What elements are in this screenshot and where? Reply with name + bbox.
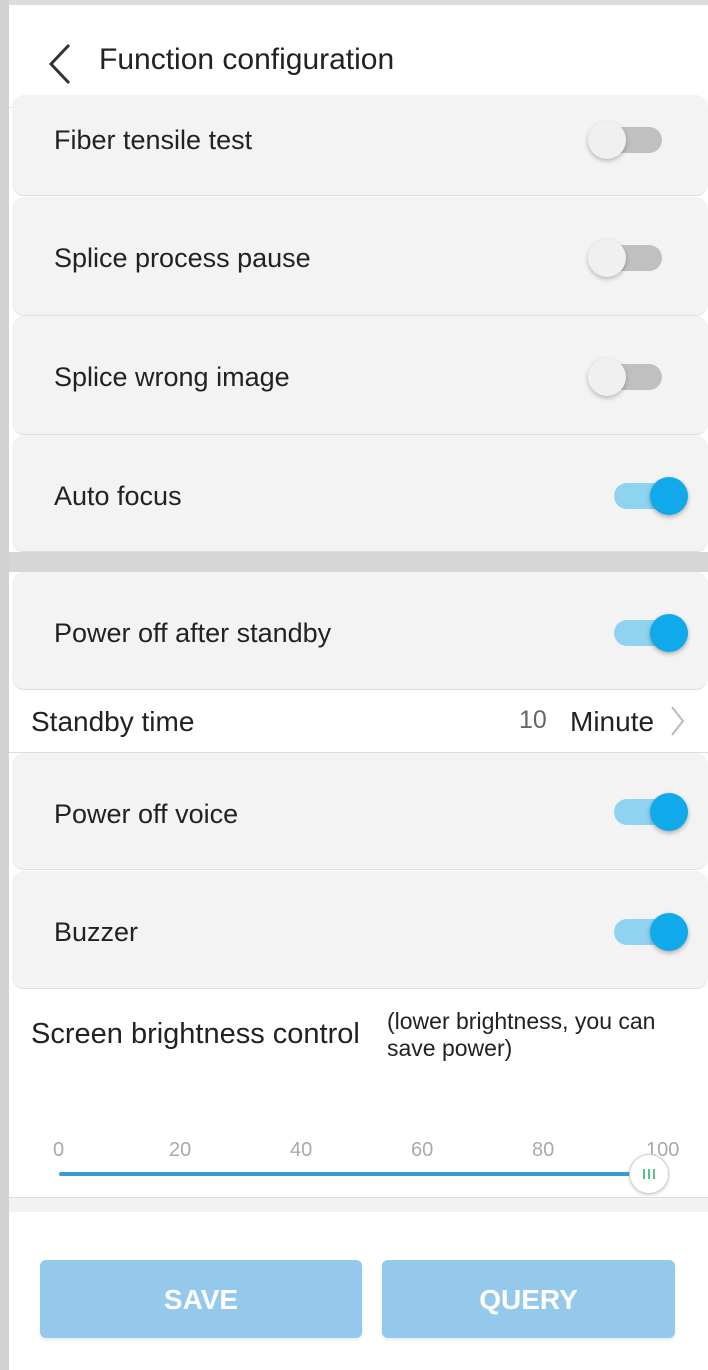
- setting-row-power-off-after-standby: Power off after standby: [12, 572, 708, 690]
- brightness-slider-thumb[interactable]: [629, 1154, 669, 1194]
- slider-tick-label: 0: [53, 1139, 65, 1161]
- slider-tick-label: 40: [290, 1139, 313, 1161]
- brightness-slider-track[interactable]: [59, 1172, 665, 1176]
- toggle-knob: [650, 614, 688, 652]
- grip-icon: [643, 1169, 655, 1179]
- chevron-right-icon[interactable]: [669, 704, 685, 738]
- power-off-voice-toggle[interactable]: [608, 789, 688, 835]
- setting-label: Power off after standby: [54, 618, 332, 648]
- setting-row-splice-wrong-image: Splice wrong image: [12, 316, 708, 435]
- setting-row-buzzer: Buzzer: [12, 871, 708, 989]
- section-separator: [9, 1198, 708, 1212]
- toggle-knob: [650, 477, 688, 515]
- fiber-tensile-test-toggle[interactable]: [588, 117, 668, 163]
- setting-row-power-off-voice: Power off voice: [12, 753, 708, 870]
- slider-tick-label: 80: [532, 1139, 555, 1161]
- setting-label: Buzzer: [54, 917, 139, 947]
- brightness-note: (lower brightness, you can save power): [387, 1008, 656, 1061]
- setting-row-splice-process-pause: Splice process pause: [12, 197, 708, 316]
- toggle-knob: [650, 913, 688, 951]
- setting-row-auto-focus: Auto focus: [12, 435, 708, 552]
- splice-wrong-image-toggle[interactable]: [588, 354, 668, 400]
- setting-label: Fiber tensile test: [54, 125, 253, 155]
- toggle-knob: [588, 121, 626, 159]
- slider-tick-label: 20: [169, 1139, 192, 1161]
- splice-process-pause-toggle[interactable]: [588, 235, 668, 281]
- brightness-title: Screen brightness control: [31, 1018, 360, 1050]
- section-separator: [9, 552, 708, 572]
- buzzer-toggle[interactable]: [608, 909, 688, 955]
- standby-time-value: 10: [519, 706, 547, 734]
- setting-label: Auto focus: [54, 481, 182, 511]
- auto-focus-toggle[interactable]: [608, 473, 688, 519]
- window-frame-left: [0, 0, 9, 1370]
- query-button[interactable]: QUERY: [382, 1260, 675, 1338]
- setting-label: Splice process pause: [54, 243, 311, 273]
- slider-tick-label: 60: [411, 1139, 434, 1161]
- header-bar: Function configuration: [9, 5, 708, 108]
- setting-label: Power off voice: [54, 799, 239, 829]
- toggle-knob: [650, 793, 688, 831]
- setting-label: Splice wrong image: [54, 362, 290, 392]
- setting-row-fiber-tensile-test: Fiber tensile test: [12, 95, 708, 196]
- back-chevron-icon[interactable]: [45, 41, 75, 87]
- save-button[interactable]: SAVE: [40, 1260, 362, 1338]
- standby-time-label: Standby time: [31, 706, 195, 737]
- toggle-knob: [588, 358, 626, 396]
- standby-time-row[interactable]: Standby time 10 Minute: [9, 690, 708, 753]
- page-title: Function configuration: [99, 43, 395, 76]
- standby-time-unit: Minute: [570, 706, 655, 737]
- power-off-after-standby-toggle[interactable]: [608, 610, 688, 656]
- toggle-knob: [588, 239, 626, 277]
